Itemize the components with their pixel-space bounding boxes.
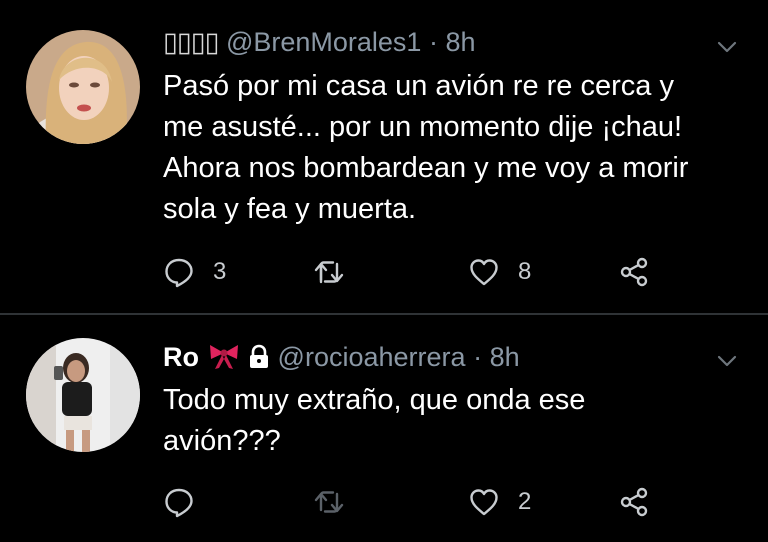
ribbon-icon <box>209 345 238 369</box>
action-bar: 3 8 <box>163 254 663 290</box>
avatar[interactable] <box>26 30 140 144</box>
reply-button[interactable] <box>163 484 195 520</box>
share-button[interactable] <box>618 254 650 290</box>
like-button[interactable]: 2 <box>468 484 531 520</box>
display-name[interactable]: Ro <box>163 342 199 372</box>
like-count: 2 <box>518 488 532 515</box>
reply-icon <box>165 488 193 518</box>
retweet-button[interactable] <box>313 484 345 520</box>
chevron-down-icon[interactable] <box>716 36 738 58</box>
tweet-text-line: avión??? <box>163 425 281 457</box>
share-icon <box>620 487 648 517</box>
separator: · <box>428 27 438 57</box>
tweet-header: Ro @rocioaherrera · 8h <box>163 341 520 373</box>
handle[interactable]: @rocioaherrera <box>278 342 466 372</box>
tweet-text-line: sola y fea y muerta. <box>163 193 417 225</box>
share-icon <box>620 257 648 287</box>
heart-icon <box>470 259 498 286</box>
tweet-1[interactable]: ▯▯▯▯ @BrenMorales1 · 8h Pasó por mi casa… <box>0 0 768 314</box>
tweet-header: ▯▯▯▯ @BrenMorales1 · 8h <box>163 26 476 58</box>
avatar[interactable] <box>26 338 140 452</box>
lock-icon <box>250 344 269 368</box>
tweet-text-line: Ahora nos bombardean y me voy a morir <box>163 152 689 184</box>
display-name[interactable]: ▯▯▯▯ <box>163 27 219 57</box>
retweet-icon <box>314 491 344 513</box>
share-button[interactable] <box>618 484 650 520</box>
tweet-text: Pasó por mi casa un avión re re cerca y … <box>163 66 753 230</box>
reply-button[interactable]: 3 <box>163 254 226 290</box>
like-button[interactable]: 8 <box>468 254 531 290</box>
handle[interactable]: @BrenMorales1 <box>226 27 422 57</box>
tweet-text: Todo muy extraño, que onda ese avión??? <box>163 380 753 462</box>
divider <box>0 313 768 315</box>
action-bar: 2 <box>163 484 663 520</box>
chevron-down-icon[interactable] <box>716 350 738 372</box>
avatar-photo <box>26 338 140 452</box>
separator: · <box>473 342 483 372</box>
tweet-text-line: Pasó por mi casa un avión re re cerca y <box>163 70 674 102</box>
timestamp[interactable]: 8h <box>445 27 475 57</box>
retweet-icon <box>314 261 344 284</box>
tweet-text-line: me asusté... por un momento dije ¡chau! <box>163 111 683 143</box>
tweet-text-line: Todo muy extraño, que onda ese <box>163 384 586 416</box>
retweet-button[interactable] <box>313 254 345 290</box>
reply-count: 3 <box>213 258 227 285</box>
like-count: 8 <box>518 258 532 285</box>
reply-icon <box>165 258 193 288</box>
heart-icon <box>470 489 498 516</box>
avatar-photo <box>26 30 140 144</box>
timestamp[interactable]: 8h <box>490 342 520 372</box>
